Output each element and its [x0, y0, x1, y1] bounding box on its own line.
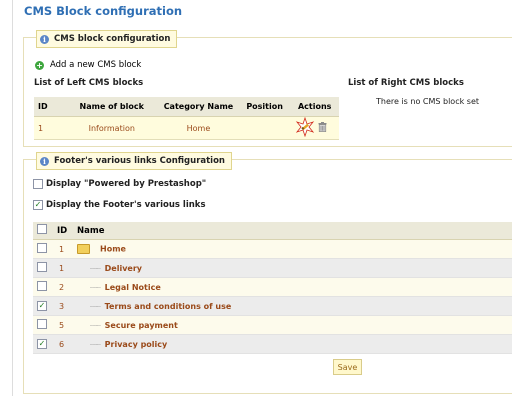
- cell-id: 1: [57, 239, 77, 259]
- cell-select: ✓: [33, 334, 57, 354]
- table-row: 2 ┈┈┈ Legal Notice: [33, 277, 512, 297]
- row-name[interactable]: Home: [100, 245, 126, 254]
- info-icon: i: [40, 34, 49, 44]
- cell-select: [33, 258, 57, 278]
- row-checkbox[interactable]: [37, 262, 47, 272]
- table-header-row: ID Name of block Category Name Position …: [34, 97, 339, 117]
- cell-name: Home: [77, 239, 512, 259]
- powered-by-label: Display "Powered by Prestashop": [46, 179, 207, 189]
- row-name[interactable]: Secure payment: [105, 321, 178, 330]
- page-title: CMS Block configuration: [24, 4, 183, 18]
- left-blocks-title: List of Left CMS blocks: [34, 78, 144, 88]
- row-name[interactable]: Privacy policy: [105, 340, 168, 349]
- cell-id: 1: [57, 258, 77, 278]
- cell-name: ┈┈┈ Secure payment: [77, 315, 512, 335]
- tree-connector: ┈┈┈: [90, 283, 101, 292]
- cell-select: ✓: [33, 296, 57, 316]
- col-category: Category Name: [158, 97, 239, 117]
- select-all-checkbox[interactable]: [37, 224, 47, 234]
- row-checkbox[interactable]: [37, 243, 47, 253]
- powered-by-option[interactable]: Display "Powered by Prestashop": [33, 179, 206, 189]
- tree-connector: ┈┈┈: [90, 321, 101, 330]
- col-actions: Actions: [290, 97, 339, 117]
- row-name[interactable]: Delivery: [105, 264, 142, 273]
- table-row: 1 Home: [33, 239, 512, 259]
- col-name: Name: [77, 222, 512, 240]
- add-cms-block-link[interactable]: + Add a new CMS block: [35, 60, 141, 70]
- powered-by-checkbox[interactable]: [33, 179, 43, 189]
- row-checkbox[interactable]: [37, 281, 47, 291]
- cell-id: 5: [57, 315, 77, 335]
- cell-name: ┈┈┈ Privacy policy: [77, 334, 512, 354]
- right-blocks-empty: There is no CMS block set: [376, 97, 480, 106]
- cell-id: 1: [34, 116, 66, 140]
- col-position: Position: [238, 97, 291, 117]
- cell-id: 3: [57, 296, 77, 316]
- cms-block-legend: i CMS block configuration: [36, 30, 178, 48]
- row-name[interactable]: Legal Notice: [105, 283, 161, 292]
- footer-links-legend-label: Footer's various links Configuration: [54, 156, 225, 166]
- cell-name: ┈┈┈ Terms and conditions of use: [77, 296, 512, 316]
- cell-select: [33, 315, 57, 335]
- folder-icon: [77, 244, 90, 254]
- cell-select: [33, 239, 57, 259]
- left-blocks-table: ID Name of block Category Name Position …: [34, 97, 339, 140]
- row-checkbox[interactable]: ✓: [37, 339, 47, 349]
- display-links-option[interactable]: ✓ Display the Footer's various links: [33, 200, 206, 210]
- col-id: ID: [57, 222, 77, 240]
- table-row: ✓ 3 ┈┈┈ Terms and conditions of use: [33, 296, 512, 316]
- page-left-border: [12, 0, 13, 396]
- right-blocks-title: List of Right CMS blocks: [348, 78, 464, 88]
- footer-links-table: ID Name 1 Home 1 ┈┈┈ Delivery 2 ┈┈┈ Legal …: [33, 222, 512, 354]
- add-icon: +: [35, 60, 44, 70]
- info-icon: i: [40, 156, 49, 166]
- cell-id: 6: [57, 334, 77, 354]
- cell-name: ┈┈┈ Legal Notice: [77, 277, 512, 297]
- cell-name[interactable]: Information: [65, 116, 159, 140]
- row-checkbox[interactable]: ✓: [37, 301, 47, 311]
- cell-select: [33, 277, 57, 297]
- cell-actions: [290, 116, 339, 140]
- col-name: Name of block: [65, 97, 159, 117]
- tree-connector: ┈┈┈: [90, 340, 101, 349]
- cms-block-legend-label: CMS block configuration: [54, 34, 171, 44]
- edit-icon[interactable]: [295, 117, 315, 137]
- cell-position: [238, 116, 291, 140]
- add-cms-block-label[interactable]: Add a new CMS block: [50, 60, 141, 70]
- row-name[interactable]: Terms and conditions of use: [105, 302, 232, 311]
- cell-category: Home: [158, 116, 239, 140]
- col-id: ID: [34, 97, 66, 117]
- table-row: ✓ 6 ┈┈┈ Privacy policy: [33, 334, 512, 354]
- table-row: 1 ┈┈┈ Delivery: [33, 258, 512, 278]
- col-select-all: [33, 222, 57, 240]
- table-header-row: ID Name: [33, 222, 512, 240]
- save-button[interactable]: Save: [333, 359, 362, 375]
- table-row: 5 ┈┈┈ Secure payment: [33, 315, 512, 335]
- display-links-label: Display the Footer's various links: [46, 200, 206, 210]
- table-row: 1 Information Home: [34, 116, 339, 140]
- tree-connector: ┈┈┈: [90, 264, 101, 273]
- display-links-checkbox[interactable]: ✓: [33, 200, 43, 210]
- row-checkbox[interactable]: [37, 319, 47, 329]
- tree-connector: ┈┈┈: [90, 302, 101, 311]
- footer-links-legend: i Footer's various links Configuration: [36, 152, 232, 170]
- cell-id: 2: [57, 277, 77, 297]
- cell-name: ┈┈┈ Delivery: [77, 258, 512, 278]
- delete-icon[interactable]: [318, 122, 327, 132]
